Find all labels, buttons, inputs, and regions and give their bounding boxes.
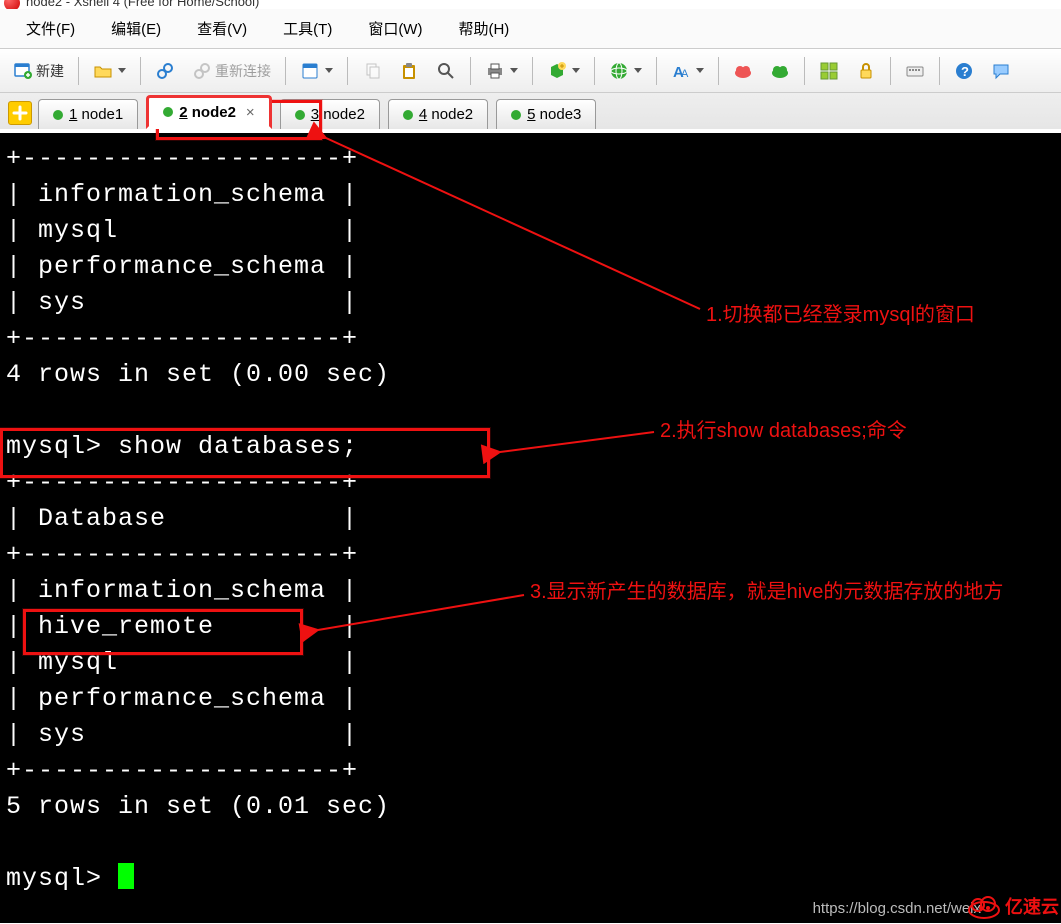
annotation-text-1: 1.切换都已经登录mysql的窗口 bbox=[706, 298, 975, 327]
web-button[interactable] bbox=[602, 56, 649, 86]
paste-button[interactable] bbox=[392, 56, 426, 86]
separator bbox=[140, 57, 141, 85]
find-button[interactable] bbox=[429, 56, 463, 86]
menu-edit[interactable]: 编辑(E) bbox=[93, 14, 179, 43]
tab-3-node2[interactable]: 3 node2 bbox=[280, 99, 380, 129]
menu-view[interactable]: 查看(V) bbox=[179, 14, 265, 43]
separator bbox=[470, 57, 471, 85]
help-button[interactable]: ? bbox=[947, 56, 981, 86]
xagent-button[interactable] bbox=[763, 56, 797, 86]
print-button[interactable] bbox=[478, 56, 525, 86]
dropdown-icon bbox=[572, 68, 580, 73]
menu-bar: 文件(F) 编辑(E) 查看(V) 工具(T) 窗口(W) 帮助(H) bbox=[0, 9, 1061, 49]
printer-icon bbox=[485, 61, 505, 81]
status-dot-icon bbox=[295, 110, 305, 120]
tab-4-node2[interactable]: 4 node2 bbox=[388, 99, 488, 129]
new-button[interactable]: 新建 bbox=[6, 56, 71, 86]
globe-icon bbox=[609, 61, 629, 81]
chat-button[interactable] bbox=[984, 56, 1018, 86]
copy-button[interactable] bbox=[355, 56, 389, 86]
new-button-label: 新建 bbox=[36, 61, 64, 81]
tab-label: 3 node2 bbox=[311, 106, 365, 123]
properties-button[interactable] bbox=[293, 56, 340, 86]
tab-label: 5 node3 bbox=[527, 106, 581, 123]
dropdown-icon bbox=[510, 68, 518, 73]
menu-file[interactable]: 文件(F) bbox=[8, 14, 93, 43]
window-title: node2 - Xshell 4 (Free for Home/School) bbox=[26, 0, 259, 9]
lock-button[interactable] bbox=[849, 56, 883, 86]
sessions-button[interactable] bbox=[540, 56, 587, 86]
annotation-text-2: 2.执行show databases;命令 bbox=[660, 414, 907, 443]
brand-badge: 亿速云 bbox=[967, 893, 1059, 919]
annotation-text-3: 3.显示新产生的数据库，就是hive的元数据存放的地方 bbox=[530, 575, 1003, 604]
separator bbox=[939, 57, 940, 85]
cloud-green-icon bbox=[770, 61, 790, 81]
status-dot-icon bbox=[163, 107, 173, 117]
brand-text: 亿速云 bbox=[1005, 893, 1059, 919]
separator bbox=[656, 57, 657, 85]
cloud-red-icon bbox=[733, 61, 753, 81]
search-icon bbox=[436, 61, 456, 81]
paste-icon bbox=[399, 61, 419, 81]
link-icon bbox=[155, 61, 175, 81]
cube-plus-icon bbox=[547, 61, 567, 81]
xftp-button[interactable] bbox=[726, 56, 760, 86]
app-icon bbox=[4, 0, 20, 9]
keyboard-button[interactable] bbox=[898, 56, 932, 86]
tile-icon bbox=[819, 61, 839, 81]
reconnect-button[interactable]: 重新连接 bbox=[185, 56, 278, 86]
menu-tools[interactable]: 工具(T) bbox=[265, 14, 350, 43]
tab-2-node2[interactable]: 2 node2 × bbox=[146, 95, 271, 129]
font-button[interactable]: AA bbox=[664, 56, 711, 86]
separator bbox=[347, 57, 348, 85]
dropdown-icon bbox=[696, 68, 704, 73]
status-dot-icon bbox=[511, 110, 521, 120]
speech-bubble-icon bbox=[991, 61, 1011, 81]
properties-icon bbox=[300, 61, 320, 81]
add-tab-button[interactable] bbox=[8, 101, 32, 125]
copy-icon bbox=[362, 61, 382, 81]
terminal-output[interactable]: +--------------------+ | information_sch… bbox=[0, 133, 1061, 923]
separator bbox=[890, 57, 891, 85]
dropdown-icon bbox=[118, 68, 126, 73]
dropdown-icon bbox=[325, 68, 333, 73]
font-icon: AA bbox=[671, 61, 691, 81]
separator bbox=[78, 57, 79, 85]
tab-label: 4 node2 bbox=[419, 106, 473, 123]
new-window-icon bbox=[13, 61, 33, 81]
window-title-bar: node2 - Xshell 4 (Free for Home/School) bbox=[0, 0, 1061, 9]
tab-5-node3[interactable]: 5 node3 bbox=[496, 99, 596, 129]
tab-label: 1 node1 bbox=[69, 106, 123, 123]
tool-bar: 新建 重新连接 bbox=[0, 49, 1061, 93]
reconnect-label: 重新连接 bbox=[215, 61, 271, 81]
watermark-text: https://blog.csdn.net/weix bbox=[813, 900, 981, 917]
link-button[interactable] bbox=[148, 56, 182, 86]
separator bbox=[804, 57, 805, 85]
svg-text:?: ? bbox=[961, 64, 969, 79]
plus-icon bbox=[11, 104, 29, 122]
svg-text:A: A bbox=[681, 68, 689, 80]
separator bbox=[532, 57, 533, 85]
close-tab-button[interactable]: × bbox=[246, 104, 255, 121]
separator bbox=[718, 57, 719, 85]
separator bbox=[285, 57, 286, 85]
cloud-logo-icon bbox=[967, 893, 1001, 919]
separator bbox=[594, 57, 595, 85]
tab-bar: 1 node1 2 node2 × 3 node2 4 node2 5 node… bbox=[0, 93, 1061, 129]
menu-window[interactable]: 窗口(W) bbox=[350, 14, 440, 43]
lock-icon bbox=[856, 61, 876, 81]
open-button[interactable] bbox=[86, 56, 133, 86]
folder-open-icon bbox=[93, 61, 113, 81]
dropdown-icon bbox=[634, 68, 642, 73]
status-dot-icon bbox=[403, 110, 413, 120]
menu-help[interactable]: 帮助(H) bbox=[440, 14, 527, 43]
tab-1-node1[interactable]: 1 node1 bbox=[38, 99, 138, 129]
status-dot-icon bbox=[53, 110, 63, 120]
reconnect-icon bbox=[192, 61, 212, 81]
tab-label: 2 node2 bbox=[179, 104, 236, 121]
keyboard-icon bbox=[905, 61, 925, 81]
help-icon: ? bbox=[954, 61, 974, 81]
tile-button[interactable] bbox=[812, 56, 846, 86]
